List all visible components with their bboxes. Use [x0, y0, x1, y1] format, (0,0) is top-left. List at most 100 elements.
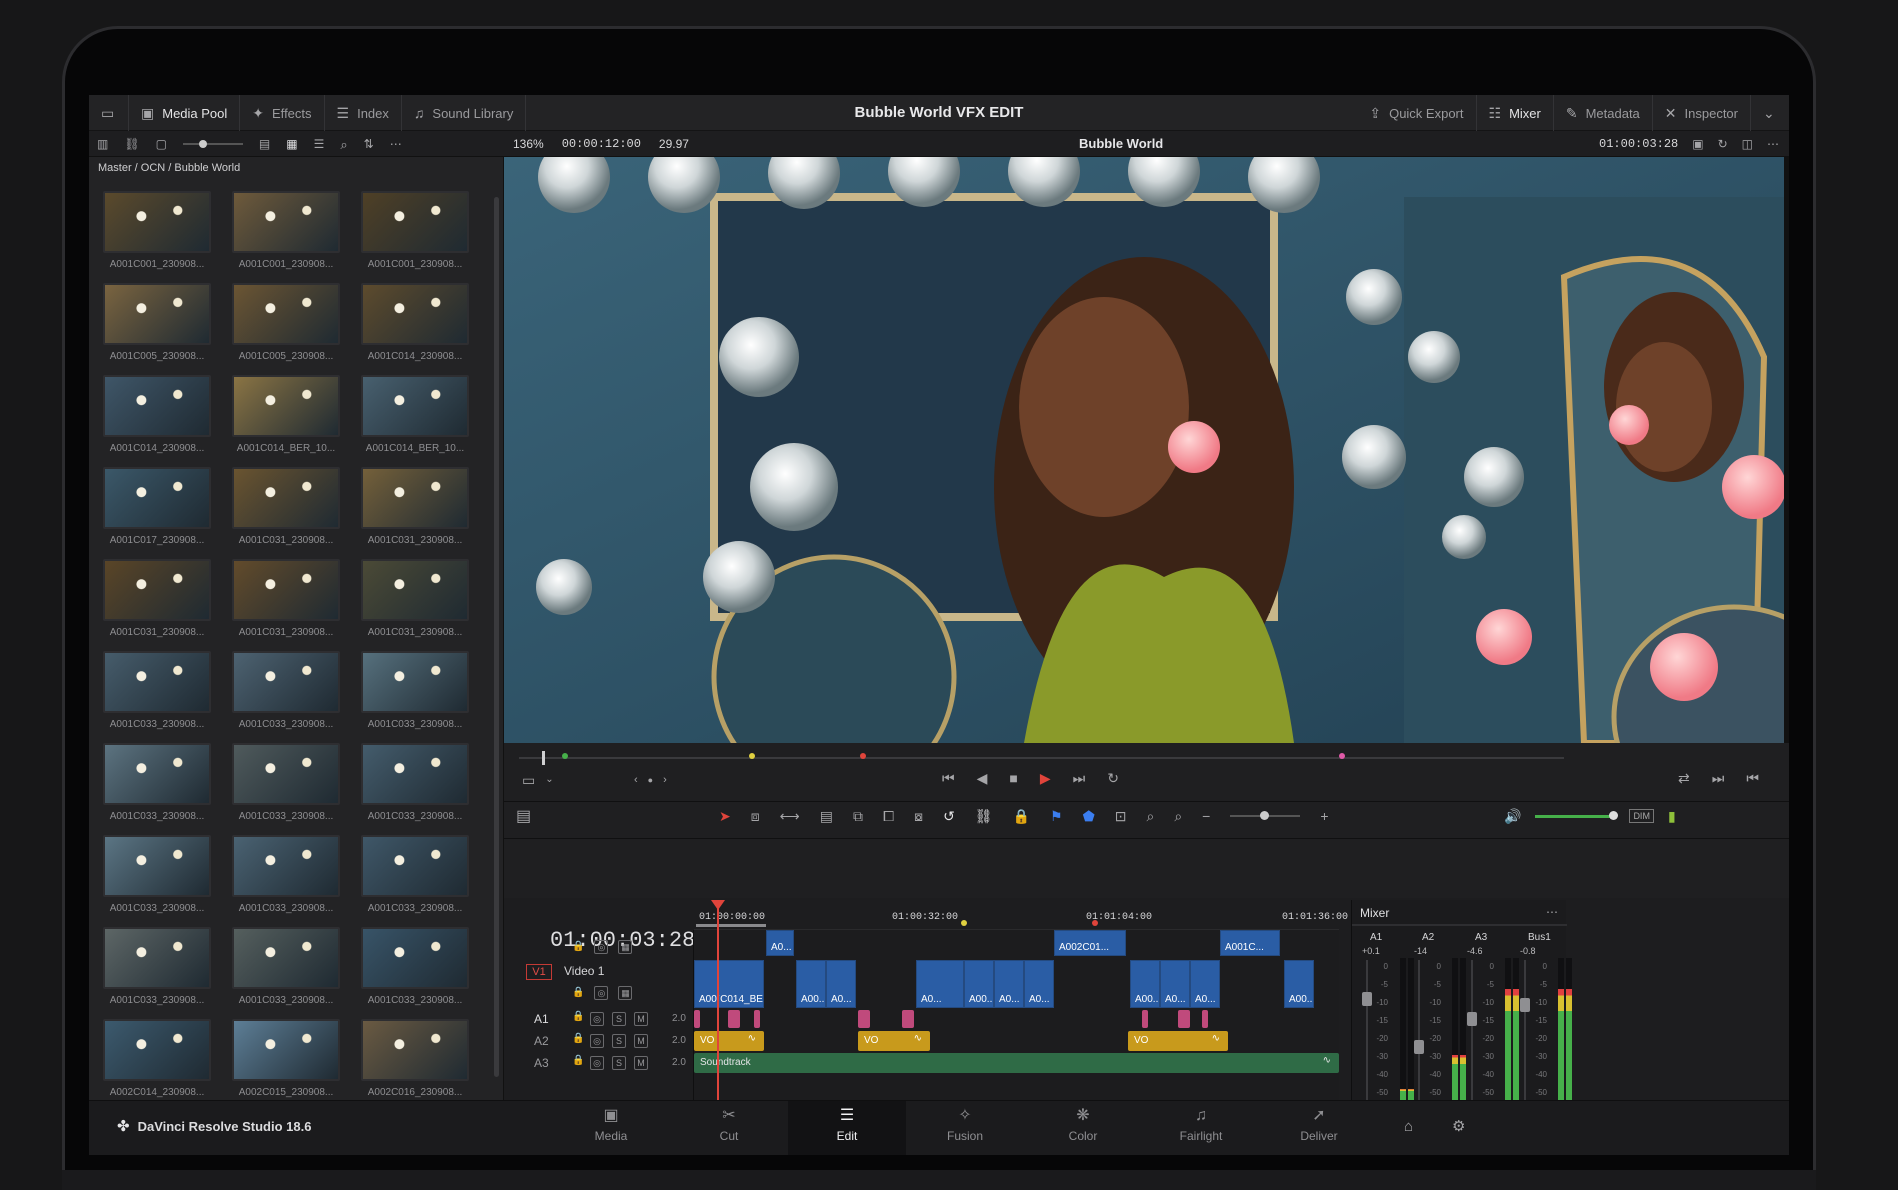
- page-tab-color[interactable]: ❋ Color: [1024, 1101, 1142, 1155]
- thumb-size-slider[interactable]: [182, 140, 243, 148]
- marker-icon[interactable]: ⬟: [1083, 809, 1095, 823]
- a1-audio-clip[interactable]: [728, 1010, 740, 1028]
- timeline-clip[interactable]: A00...: [1130, 960, 1160, 1008]
- timeline-clip[interactable]: A0...: [826, 960, 856, 1008]
- match-frame-icon[interactable]: ⇄: [1678, 771, 1690, 785]
- marker-green[interactable]: [562, 753, 568, 759]
- timeline-clip[interactable]: A00`C014_BE...: [694, 960, 764, 1008]
- prev-edit-icon[interactable]: ⏮: [1746, 771, 1759, 785]
- prev-clip-icon[interactable]: ‹: [634, 775, 638, 786]
- index-button[interactable]: ☰ Index: [325, 95, 402, 131]
- a1-audio-clip[interactable]: [858, 1010, 870, 1028]
- sound-library-button[interactable]: ♫ Sound Library: [402, 95, 527, 131]
- vo-clip[interactable]: VO ∿: [1128, 1031, 1228, 1051]
- media-clip[interactable]: A001C001_230908...: [361, 191, 469, 281]
- link-icon[interactable]: ⛓: [124, 138, 139, 150]
- vo-clip[interactable]: VO ∿: [858, 1031, 930, 1051]
- page-tab-edit[interactable]: ☰ Edit: [788, 1101, 906, 1155]
- lock-icon[interactable]: 🔒: [572, 1056, 584, 1066]
- play-icon[interactable]: ▶: [1040, 771, 1051, 785]
- stop-icon[interactable]: ■: [1009, 771, 1017, 785]
- channel-fader[interactable]: [1418, 960, 1420, 1100]
- media-clip[interactable]: A001C005_230908...: [232, 283, 340, 373]
- overwrite-clip-icon[interactable]: ⧠: [883, 809, 894, 823]
- list-view-icon[interactable]: ☰: [314, 138, 325, 150]
- marker-red[interactable]: [860, 753, 866, 759]
- a1-audio-clip[interactable]: [1178, 1010, 1190, 1028]
- viewer-frame[interactable]: [504, 157, 1784, 743]
- media-clip[interactable]: A001C017_230908...: [103, 467, 211, 557]
- solo-button[interactable]: S: [612, 1034, 626, 1048]
- media-clip[interactable]: A001C031_230908...: [361, 559, 469, 649]
- sort-icon[interactable]: ⇅: [364, 138, 374, 150]
- blade-tool-icon[interactable]: ▤: [820, 809, 833, 823]
- media-clip[interactable]: A001C014_BER_10...: [232, 375, 340, 465]
- transform-icon[interactable]: ▭: [522, 773, 535, 787]
- media-clip[interactable]: A002C014_230908...: [103, 1019, 211, 1109]
- effects-button[interactable]: ✦ Effects: [240, 95, 325, 131]
- playhead[interactable]: [717, 900, 719, 1110]
- insert-clip-icon[interactable]: ⧉: [853, 809, 863, 823]
- mixer-more-icon[interactable]: ⋯: [1546, 906, 1558, 918]
- timeline-ruler[interactable]: [694, 900, 1339, 930]
- media-clip[interactable]: A001C033_230908...: [103, 651, 211, 741]
- timeline-clip[interactable]: A001C...: [1220, 930, 1280, 956]
- viewer-more-icon[interactable]: ⋯: [1767, 138, 1779, 150]
- skip-to-start-icon[interactable]: ⏮: [942, 771, 955, 785]
- output-icon[interactable]: ▣: [1692, 138, 1703, 150]
- in-out-range[interactable]: [696, 924, 766, 927]
- track-visible-icon[interactable]: ▦: [618, 986, 633, 1000]
- volume-slider[interactable]: [1535, 810, 1619, 820]
- timeline-clip[interactable]: A0...: [1160, 960, 1190, 1008]
- zoom-in-icon[interactable]: +: [1320, 809, 1328, 823]
- scrub-handle[interactable]: [542, 751, 545, 765]
- media-clip[interactable]: A001C033_230908...: [232, 927, 340, 1017]
- vo-clip[interactable]: VO ∿: [694, 1031, 764, 1051]
- metadata-view-icon[interactable]: ▤: [259, 138, 270, 150]
- trim-tool-icon[interactable]: ⧈: [751, 809, 760, 823]
- jog-scrubber[interactable]: [519, 757, 1564, 759]
- lock-icon[interactable]: 🔒: [572, 942, 584, 952]
- media-clip[interactable]: A001C031_230908...: [232, 467, 340, 557]
- zoom-detail-icon[interactable]: ⌕: [1146, 809, 1154, 823]
- meter-icon[interactable]: ▮: [1668, 809, 1676, 823]
- soundtrack-clip[interactable]: Soundtrack ∿: [694, 1053, 1339, 1073]
- jog-dot-icon[interactable]: ●: [648, 776, 653, 785]
- fader-knob[interactable]: [1467, 1012, 1477, 1026]
- mute-button[interactable]: M: [634, 1034, 648, 1048]
- a1-audio-clip[interactable]: [694, 1010, 700, 1028]
- zoom-custom-icon[interactable]: ⌕: [1174, 809, 1182, 823]
- dim-button[interactable]: DIM: [1629, 809, 1654, 823]
- media-clip[interactable]: A001C033_230908...: [361, 927, 469, 1017]
- timeline-clip[interactable]: A002C01...: [1054, 930, 1126, 956]
- timeline-clip[interactable]: A0...: [916, 960, 964, 1008]
- media-clip[interactable]: A001C033_230908...: [103, 927, 211, 1017]
- a1-audio-clip[interactable]: [754, 1010, 760, 1028]
- page-tab-cut[interactable]: ✂ Cut: [670, 1101, 788, 1155]
- more-options-icon[interactable]: ⋯: [390, 138, 402, 150]
- media-pool-button[interactable]: ▣ Media Pool: [129, 95, 241, 131]
- mixer-button[interactable]: ☷ Mixer: [1477, 95, 1554, 131]
- next-clip-icon[interactable]: ›: [663, 775, 667, 786]
- fader-knob[interactable]: [1414, 1040, 1424, 1054]
- media-clip[interactable]: A001C033_230908...: [103, 743, 211, 833]
- search-icon[interactable]: ⌕: [340, 138, 347, 151]
- dynamic-trim-icon[interactable]: ⟷: [780, 809, 800, 823]
- media-clip[interactable]: A001C014_230908...: [103, 375, 211, 465]
- timeline-clip[interactable]: A00...: [1284, 960, 1314, 1008]
- lock-icon[interactable]: 🔒: [572, 1012, 584, 1022]
- auto-select-icon[interactable]: ◎: [594, 986, 609, 1000]
- ruler-marker-red[interactable]: [1092, 920, 1098, 926]
- lock-icon[interactable]: 🔒: [572, 988, 584, 998]
- track-visible-icon[interactable]: ▦: [618, 940, 633, 954]
- timeline-clip[interactable]: A0...: [766, 930, 794, 956]
- media-clip[interactable]: A001C033_230908...: [232, 835, 340, 925]
- media-clip[interactable]: A001C031_230908...: [361, 467, 469, 557]
- media-clip[interactable]: A001C014_BER_10...: [361, 375, 469, 465]
- loop-icon[interactable]: ↻: [1718, 138, 1728, 150]
- selection-tool-icon[interactable]: ➤: [719, 809, 731, 823]
- channel-fader[interactable]: [1524, 960, 1526, 1100]
- page-tab-fusion[interactable]: ✧ Fusion: [906, 1101, 1024, 1155]
- channel-fader[interactable]: [1471, 960, 1473, 1100]
- timeline-view-options-icon[interactable]: ▤: [516, 809, 531, 825]
